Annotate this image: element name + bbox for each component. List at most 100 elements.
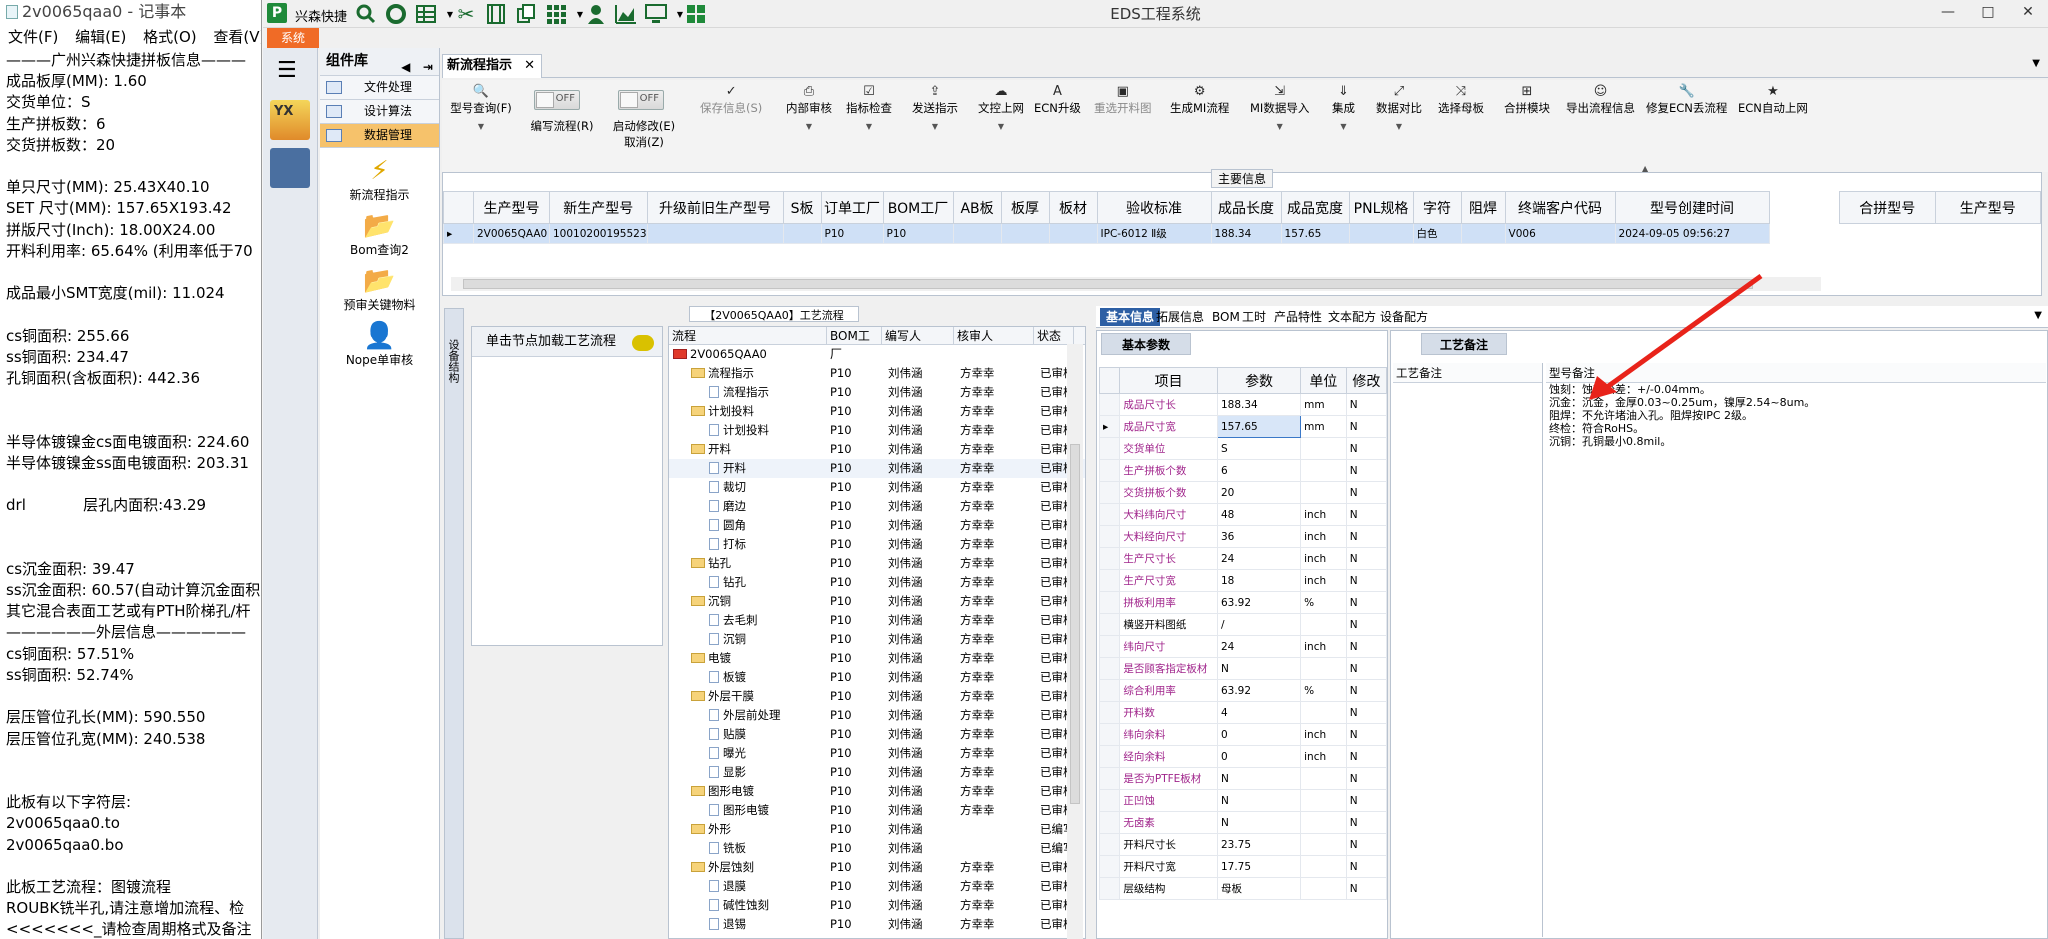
toolbar-button[interactable]: ⇓ 集成 ▼ [1332, 84, 1355, 131]
process-notes-column[interactable]: 工艺备注 [1393, 363, 1543, 937]
chevron-down-icon[interactable]: ▼ [2034, 310, 2042, 321]
param-value-cell[interactable]: 23.75 [1216, 833, 1302, 856]
param-value-cell[interactable]: / [1216, 613, 1302, 636]
chart-icon[interactable] [615, 3, 637, 25]
tree-node[interactable]: 2V0065QAA0 [669, 345, 827, 364]
tree-row[interactable]: 图形电镀 P10 刘伟涵 方幸幸 已审核 [669, 782, 1085, 801]
param-row[interactable]: ▸ 成品尺寸宽 157.65 mm N [1098, 415, 1388, 438]
tree-row[interactable]: 电镀 P10 刘伟涵 方幸幸 已审核 [669, 649, 1085, 668]
toolbar-button[interactable]: ▣ 重选开料图 [1094, 84, 1152, 116]
param-row[interactable]: 是否顾客指定板材 N N [1098, 657, 1388, 680]
category-file-processing[interactable]: 文件处理 [320, 76, 439, 100]
param-row[interactable]: 大料经向尺寸 36 inch N [1098, 525, 1388, 548]
windows-icon[interactable] [685, 3, 707, 25]
menu-format[interactable]: 格式(O) [143, 28, 197, 46]
user-icon[interactable] [585, 3, 607, 25]
lib-item-new-flow[interactable]: ⚡ 新流程指示 [320, 148, 439, 203]
right-tab[interactable]: BOM [1212, 308, 1240, 326]
lib-item-bom-query[interactable]: 📂 Bom查询2 [320, 203, 439, 258]
grid-table-icon[interactable] [415, 3, 437, 25]
table-cell[interactable] [782, 223, 822, 244]
tree-node[interactable]: 圆角 [669, 516, 827, 535]
param-row[interactable]: 生产拼板个数 6 N [1098, 459, 1388, 482]
param-row[interactable]: 开料尺寸长 23.75 N [1098, 833, 1388, 856]
tree-row[interactable]: 2V0065QAA0 [669, 345, 1085, 364]
table-cell[interactable]: IPC-6012 Ⅱ级 [1096, 223, 1212, 244]
column-header[interactable]: 参数 [1216, 367, 1302, 394]
table-cell[interactable]: 188.34 [1210, 223, 1282, 244]
toolbar-button[interactable]: ⤨ 选择母板 [1438, 84, 1484, 116]
tree-row[interactable]: 钻孔 P10 刘伟涵 方幸幸 已审核 [669, 573, 1085, 592]
model-notes-text[interactable]: 蚀刻：蚀刻公差：+/-0.04mm。 沉金：沉金，金厚0.03~0.25um，镍… [1546, 383, 2046, 448]
menu-file[interactable]: 文件(F) [8, 28, 58, 46]
column-header[interactable]: 成品宽度 [1280, 191, 1350, 224]
tree-row[interactable]: 去毛刺 P10 刘伟涵 方幸幸 已审核 [669, 611, 1085, 630]
column-header[interactable]: 验收标准 [1096, 191, 1212, 224]
column-header[interactable]: 合拼型号 [1839, 191, 1936, 224]
tree-row[interactable]: 碱性蚀刻 P10 刘伟涵 方幸幸 已审核 [669, 896, 1085, 915]
toolbar-button[interactable]: ✓ 保存信息(S) [700, 84, 762, 116]
tree-node[interactable]: 磨边 [669, 497, 827, 516]
write-flow-toggle[interactable]: OFF [534, 90, 580, 110]
param-row[interactable]: 纬向余料 0 inch N [1098, 723, 1388, 746]
process-notes-tab[interactable]: 工艺备注 [1421, 333, 1508, 355]
column-header[interactable]: S板 [782, 191, 822, 224]
param-row[interactable]: 无卤素 N N [1098, 811, 1388, 834]
param-value-cell[interactable]: 4 [1216, 701, 1302, 724]
right-tab[interactable]: 产品特性 [1274, 308, 1322, 326]
tree-row[interactable]: 打标 P10 刘伟涵 方幸幸 已审核 [669, 535, 1085, 554]
column-header[interactable]: 字符 [1412, 191, 1462, 224]
column-header[interactable]: AB板 [952, 191, 1002, 224]
param-value-cell[interactable]: N [1216, 657, 1302, 680]
param-value-cell[interactable]: 0 [1216, 745, 1302, 768]
param-row[interactable]: 综合利用率 63.92% N [1098, 679, 1388, 702]
copy-icon[interactable] [515, 3, 537, 25]
hamburger-menu-icon[interactable]: ☰ [277, 58, 297, 83]
tree-row[interactable]: 钻孔 P10 刘伟涵 方幸幸 已审核 [669, 554, 1085, 573]
column-header[interactable]: 阻焊 [1460, 191, 1506, 224]
param-row[interactable]: 拼板利用率 63.92% N [1098, 591, 1388, 614]
param-row[interactable]: 正凹蚀 N N [1098, 789, 1388, 812]
lib-item-pre-review[interactable]: 📂 预审关键物料 [320, 258, 439, 313]
param-row[interactable]: 生产尺寸宽 18 inch N [1098, 569, 1388, 592]
table-cell[interactable]: 2V0065QAA0 [473, 223, 550, 244]
tree-row[interactable]: 计划投料 P10 刘伟涵 方幸幸 已审核 [669, 402, 1085, 421]
param-value-cell[interactable]: 18 [1216, 569, 1302, 592]
param-value-cell[interactable]: N [1216, 767, 1302, 790]
param-row[interactable]: 横竖开料图纸 / N [1098, 613, 1388, 636]
tree-node[interactable]: 退膜 [669, 877, 827, 896]
column-header[interactable]: 生产型号 [473, 191, 550, 224]
param-row[interactable]: 交货单位 S N [1098, 437, 1388, 460]
basic-params-tab[interactable]: 基本参数 [1101, 333, 1192, 355]
table-cell[interactable]: P10 [882, 223, 954, 244]
tree-row[interactable]: 流程指示 P10 刘伟涵 方幸幸 已审核 [669, 364, 1085, 383]
column-header[interactable]: 新生产型号 [549, 191, 648, 224]
param-row[interactable]: 开料数 4 N [1098, 701, 1388, 724]
tree-row[interactable]: 沉铜 P10 刘伟涵 方幸幸 已审核 [669, 630, 1085, 649]
tab-close-icon[interactable]: ✕ [524, 55, 535, 77]
calculator-module-icon[interactable] [270, 148, 310, 188]
tree-node[interactable]: 外层干膜 [669, 687, 827, 706]
column-header[interactable]: 单位 [1300, 367, 1347, 394]
flow-side-tab[interactable]: 设备结构 [444, 308, 464, 939]
toolbar-button[interactable]: ⤢ 数据对比 ▼ [1376, 84, 1422, 131]
toolbar-button[interactable]: 🔧 修复ECN丢流程 [1646, 84, 1727, 116]
tree-row[interactable]: 外层蚀刻 P10 刘伟涵 方幸幸 已审核 [669, 858, 1085, 877]
tree-row[interactable]: 外层干膜 P10 刘伟涵 方幸幸 已审核 [669, 687, 1085, 706]
column-header[interactable]: 板材 [1048, 191, 1098, 224]
apps-grid-icon[interactable] [545, 3, 567, 25]
right-tab[interactable]: 设备配方 [1380, 308, 1428, 326]
table-cell[interactable]: 157.65 [1280, 223, 1350, 244]
yx-module-icon[interactable]: YX [270, 100, 310, 140]
param-value-cell[interactable]: 63.92 [1216, 679, 1302, 702]
table-cell[interactable] [1000, 223, 1050, 244]
model-query-button[interactable]: 🔍 型号查询(F) ▼ [446, 84, 516, 131]
toolbar-button[interactable]: ☺ 导出流程信息 [1566, 84, 1635, 116]
tree-row[interactable]: 退膜 P10 刘伟涵 方幸幸 已审核 [669, 877, 1085, 896]
table-cell[interactable] [952, 223, 1002, 244]
tree-node[interactable]: 流程指示 [669, 364, 827, 383]
tree-row[interactable]: 板镀 P10 刘伟涵 方幸幸 已审核 [669, 668, 1085, 687]
tree-node[interactable]: 沉铜 [669, 630, 827, 649]
tree-node[interactable]: 电镀 [669, 649, 827, 668]
column-header[interactable]: 状态 [1034, 327, 1074, 344]
